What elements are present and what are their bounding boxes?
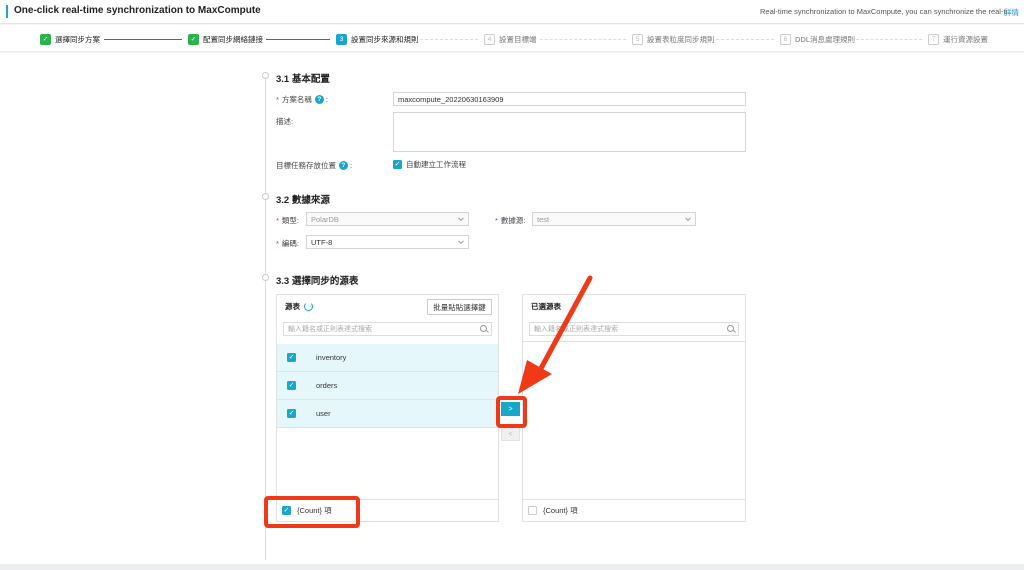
source-table-list: 源表 批量貼貼選擇鍵 輸入籍名或正則表達式搜索 ✓ inventory ✓ or… [276,294,499,522]
help-icon[interactable]: ? [339,161,348,170]
page-header: One-click real-time synchronization to M… [0,0,1024,24]
step-5: 5 設置表粒度同步規則 [632,33,715,45]
details-link[interactable]: 詳情 [1004,7,1019,18]
step-4: 4 設置目標端 [484,33,537,45]
select-all-checkbox[interactable] [528,506,537,515]
step-6: 6 DDL消息處理規則 [780,33,855,45]
header-description: Real-time synchronization to MaxCompute,… [760,7,1014,16]
refresh-icon[interactable] [304,301,313,311]
chevron-down-icon [685,215,691,222]
highlight-box-count [264,496,360,528]
section-title-basic: 3.1 基本配置 [276,74,330,85]
step-label: 選擇同步方案 [55,34,100,44]
chevron-down-icon [458,215,464,222]
timeline-dot [262,193,269,200]
selected-list-footer: {Count} 項 [523,499,745,521]
type-label: * 類型: [276,216,300,225]
datasource-select[interactable]: test [532,212,696,226]
step-number: 3 [336,33,347,45]
step-label: 設置目標端 [499,34,537,44]
table-row[interactable]: ✓ user [277,400,498,428]
selected-table-header: 已選源表 [531,301,561,311]
step-check-icon: ✓ [188,33,199,45]
search-icon [480,325,487,332]
help-icon[interactable]: ? [314,95,324,104]
step-connector [420,39,478,40]
step-connector [104,39,182,40]
step-connector [266,39,330,40]
step-label: DDL消息處理規則 [795,34,856,44]
checkbox-checked-icon[interactable]: ✓ [287,353,296,362]
checkbox-checked-icon[interactable]: ✓ [393,160,402,169]
description-textarea[interactable] [393,112,746,152]
chevron-down-icon [458,238,464,245]
timeline-dot [262,72,269,79]
step-number: 5 [632,33,643,45]
plan-name-label: * 方案名稱 ? : [276,95,329,104]
plan-name-input[interactable]: maxcompute_20220630163909 [393,92,746,106]
section-title-source: 3.2 數據來源 [276,195,330,206]
step-1: ✓ 選擇同步方案 [40,33,100,45]
table-row[interactable]: ✓ orders [277,372,498,400]
type-select[interactable]: PolarDB [306,212,469,226]
step-number: 4 [484,33,495,45]
checkbox-checked-icon[interactable]: ✓ [287,409,296,418]
step-label: 設置同步來源和規則 [351,34,419,44]
table-row[interactable]: ✓ inventory [277,344,498,372]
step-label: 運行資源設置 [943,34,988,44]
step-connector [540,39,626,40]
step-number: 6 [780,33,791,45]
task-location-label: 目標任務存放位置 ? : [276,161,353,170]
page-title: One-click real-time synchronization to M… [14,5,261,16]
encoding-label: * 編碼: [276,239,300,248]
step-7: 7 運行資源設置 [928,33,988,45]
step-check-icon: ✓ [40,33,51,45]
divider [523,341,745,342]
batch-paste-button[interactable]: 批量貼貼選擇鍵 [427,299,492,315]
step-label: 配置同步網絡鏈接 [203,34,263,44]
bottom-bar [0,564,1024,570]
step-connector [856,39,922,40]
step-label: 設置表粒度同步規則 [647,34,715,44]
selected-search-input[interactable]: 輸入籍名或正則表達式搜索 [529,322,739,336]
description-label: 描述: [276,117,294,126]
auto-create-checkbox[interactable]: ✓ 自動建立工作流程 [393,159,466,170]
selected-table-list: 已選源表 輸入籍名或正則表達式搜索 {Count} 項 [522,294,746,522]
step-number: 7 [928,33,939,45]
search-icon [727,325,734,332]
timeline-dot [262,274,269,281]
step-connector [716,39,774,40]
step-3: 3 設置同步來源和規則 [336,33,419,45]
source-search-input[interactable]: 輸入籍名或正則表達式搜索 [283,322,492,336]
highlight-box-move-button [496,396,527,428]
datasource-label: * 數據源: [495,216,526,225]
checkbox-checked-icon[interactable]: ✓ [287,381,296,390]
header-accent-bar [6,5,8,18]
step-2: ✓ 配置同步網絡鏈接 [188,33,263,45]
encoding-select[interactable]: UTF-8 [306,235,469,249]
main-panel: 3.1 基本配置 * 方案名稱 ? : maxcompute_202206301… [0,53,1024,564]
section-title-tables: 3.3 選擇同步的源表 [276,276,359,287]
section-timeline [265,73,266,560]
move-left-button[interactable]: < [501,427,520,441]
